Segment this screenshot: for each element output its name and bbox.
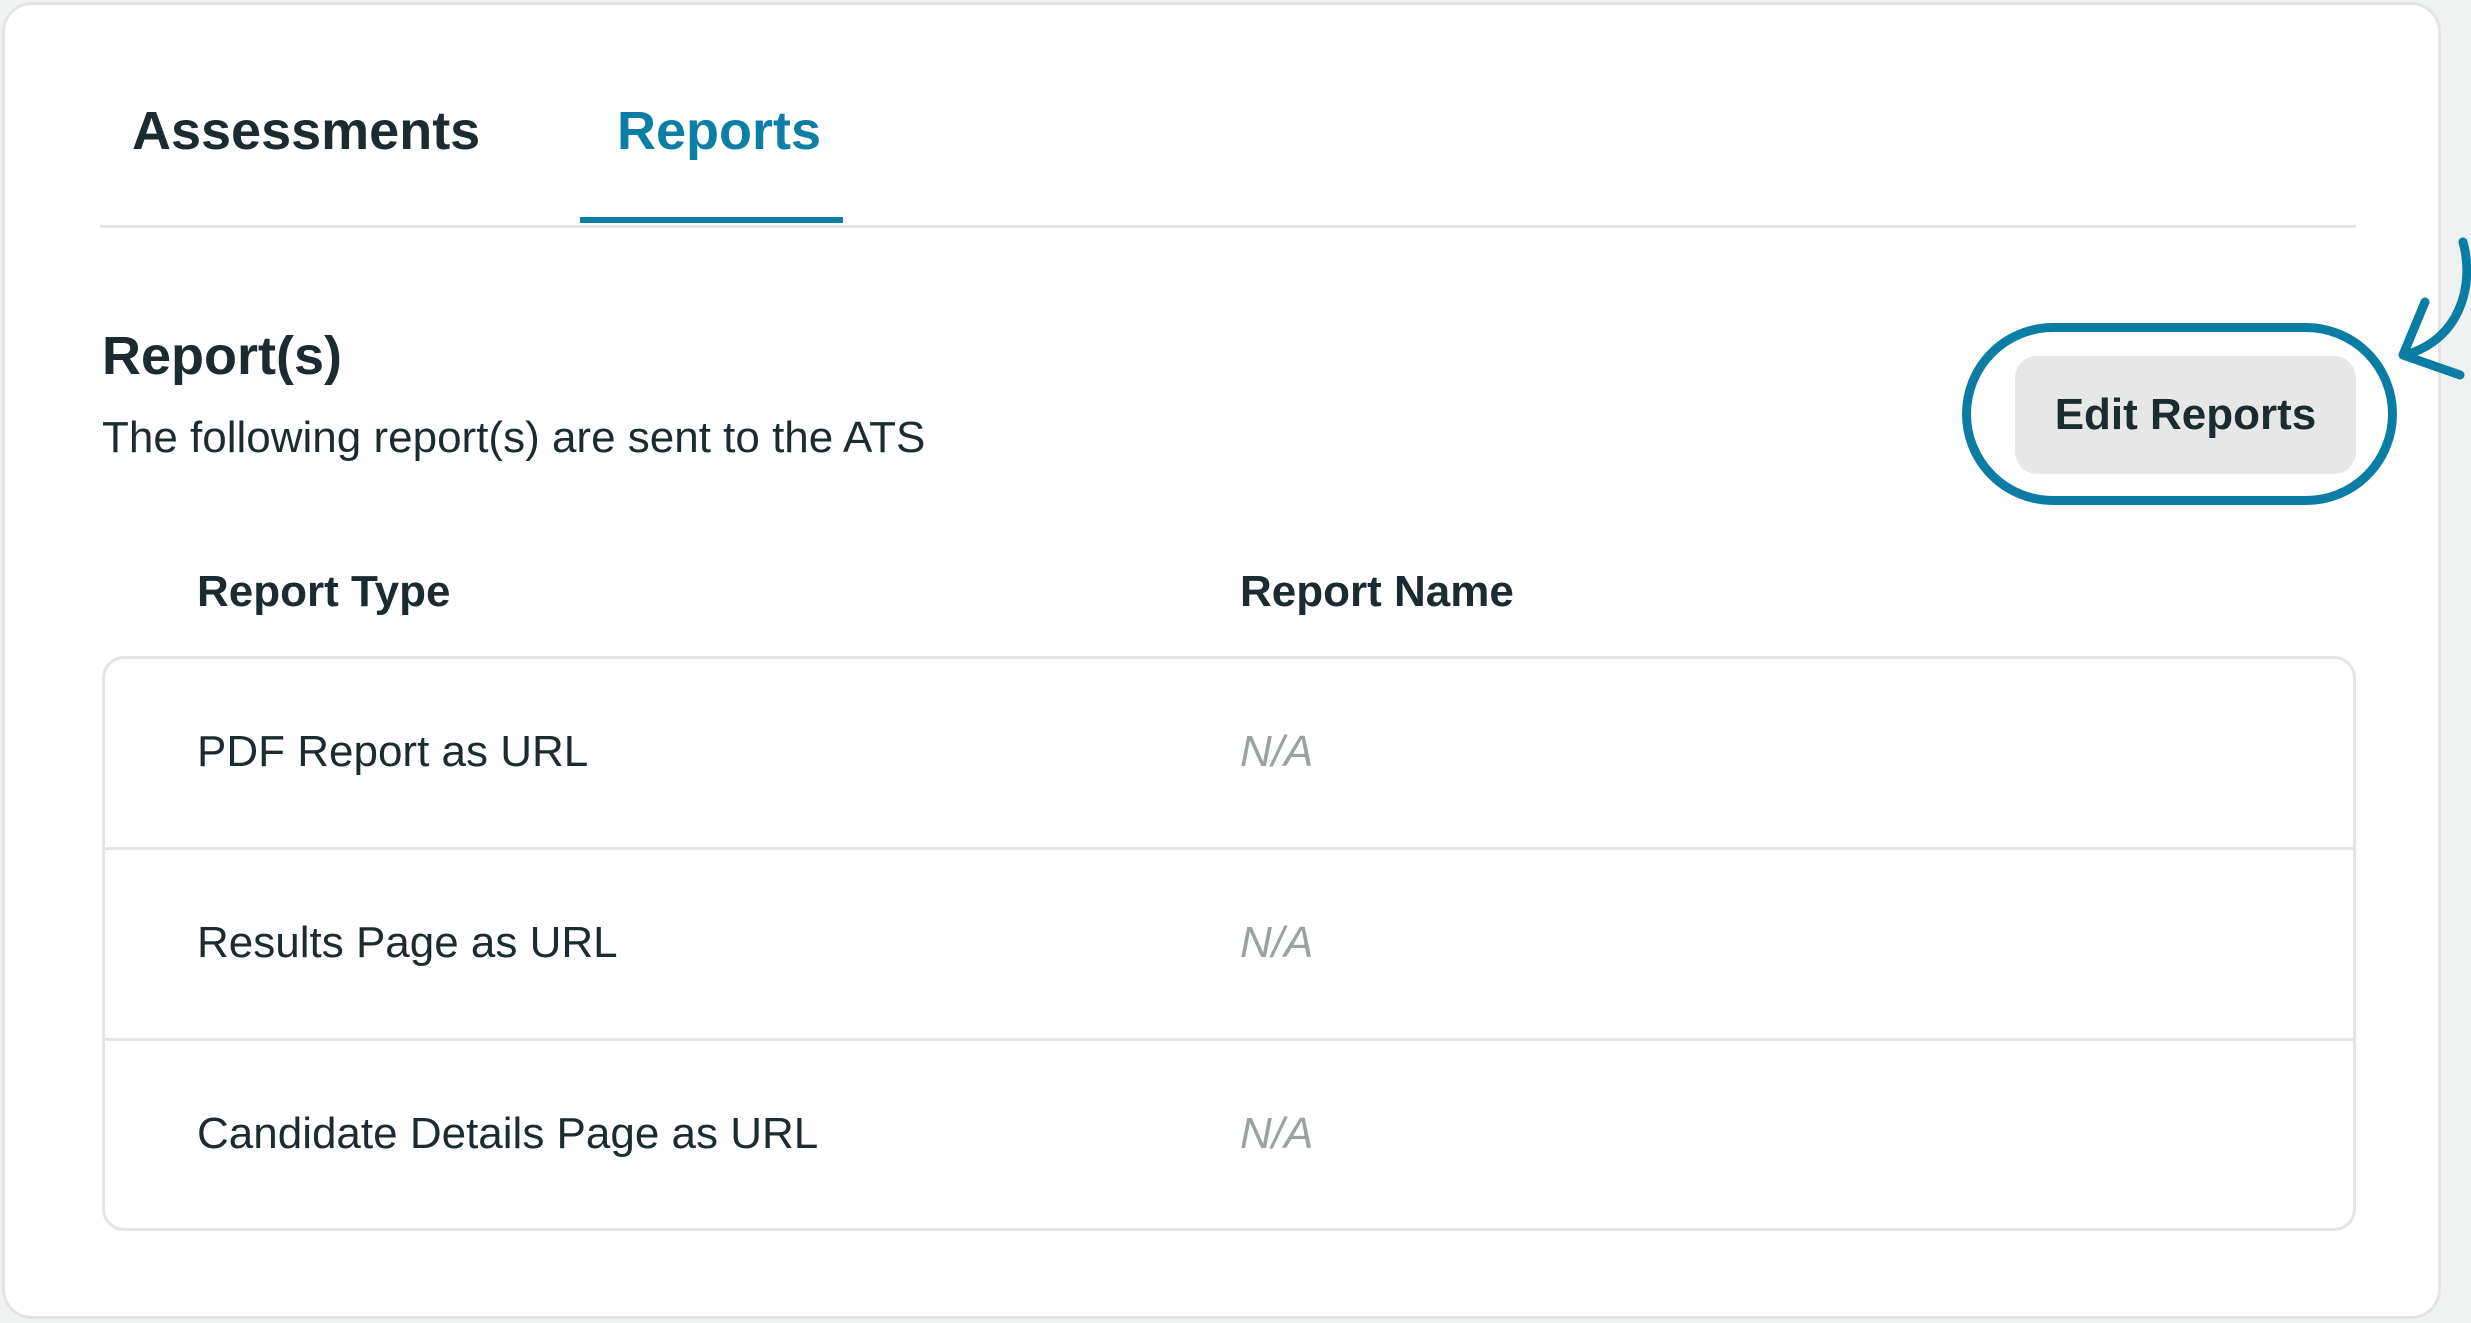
tab-reports[interactable]: Reports	[617, 100, 821, 162]
edit-reports-button[interactable]: Edit Reports	[2015, 356, 2356, 474]
reports-table: PDF Report as URL N/A Results Page as UR…	[102, 656, 2356, 1231]
column-header-report-name: Report Name	[1240, 567, 1514, 616]
active-tab-indicator	[580, 217, 843, 223]
tab-assessments[interactable]: Assessments	[132, 100, 480, 162]
report-name-cell: N/A	[1240, 727, 1314, 776]
table-row: Results Page as URL N/A	[105, 850, 2353, 1041]
section-subtitle: The following report(s) are sent to the …	[102, 413, 926, 462]
report-name-cell: N/A	[1240, 1109, 1314, 1158]
curved-arrow-icon	[2398, 237, 2471, 380]
tab-bar: Assessments Reports	[100, 75, 2356, 228]
report-name-cell: N/A	[1240, 918, 1314, 967]
report-type-cell: Results Page as URL	[197, 918, 618, 967]
report-type-cell: PDF Report as URL	[197, 727, 589, 776]
table-row: PDF Report as URL N/A	[105, 659, 2353, 850]
report-type-cell: Candidate Details Page as URL	[197, 1109, 819, 1158]
reports-card: Assessments Reports Report(s) The follow…	[2, 2, 2471, 1319]
section-title: Report(s)	[102, 326, 342, 386]
table-row: Candidate Details Page as URL N/A	[105, 1041, 2353, 1228]
column-header-report-type: Report Type	[197, 567, 451, 616]
